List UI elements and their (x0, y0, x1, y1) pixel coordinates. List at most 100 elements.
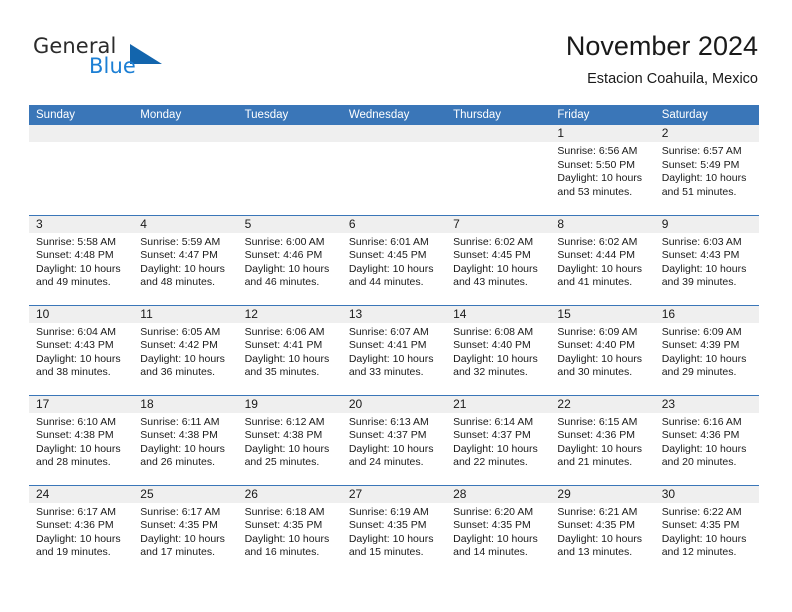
calendar-day-cell[interactable]: 14 Sunrise: 6:08 AM Sunset: 4:40 PM Dayligh… (446, 304, 551, 395)
calendar-day-cell[interactable]: 6 Sunrise: 6:01 AM Sunset: 4:45 PM Daylight… (341, 214, 447, 305)
daylight-line-2: and 48 minutes. (140, 276, 215, 289)
calendar-day-cell[interactable]: 4 Sunrise: 5:59 AM Sunset: 4:47 PM Daylight… (133, 214, 238, 305)
sunrise-line: Sunrise: 6:15 AM (557, 415, 638, 428)
sunset-line: Sunset: 4:48 PM (36, 249, 114, 262)
day-cell-details: Sunrise: 6:01 AM Sunset: 4:45 PM Daylight:… (342, 233, 446, 290)
day-number: 5 (237, 215, 342, 233)
day-number: 23 (654, 395, 759, 413)
sunrise-line: Sunrise: 6:18 AM (244, 505, 325, 518)
calendar-day-cell[interactable]: 27 Sunrise: 6:19 AM Sunset: 4:35 PM Dayligh… (341, 484, 447, 576)
calendar-day-cell[interactable]: 22 Sunrise: 6:15 AM Sunset: 4:36 PM Dayligh… (550, 394, 655, 485)
day-cell-inner: 21 Sunrise: 6:14 AM Sunset: 4:37 PM Dayligh… (446, 395, 551, 485)
day-number (29, 125, 134, 142)
daylight-line-2: and 36 minutes. (140, 366, 215, 379)
sunset-line: Sunset: 4:36 PM (557, 429, 636, 442)
day-cell-inner: 23 Sunrise: 6:16 AM Sunset: 4:36 PM Dayligh… (654, 395, 759, 485)
day-cell-inner: 25 Sunrise: 6:17 AM Sunset: 4:35 PM Dayligh… (133, 485, 238, 576)
day-cell-details: Sunrise: 6:57 AM Sunset: 5:49 PM Daylight:… (655, 142, 759, 199)
sunrise-line: Sunrise: 6:21 AM (557, 505, 638, 518)
daylight-line-1: Daylight: 10 hours (348, 262, 434, 275)
calendar-day-cell[interactable]: 30 Sunrise: 6:22 AM Sunset: 4:35 PM Dayligh… (654, 484, 759, 576)
calendar-day-cell[interactable]: 17 Sunrise: 6:10 AM Sunset: 4:38 PM Dayligh… (29, 394, 134, 485)
sunrise-line: Sunrise: 6:13 AM (348, 415, 429, 428)
calendar-day-cell[interactable]: 1 Sunrise: 6:56 AM Sunset: 5:50 PM Daylight… (550, 125, 655, 215)
day-number: 9 (654, 215, 759, 233)
daylight-line-1: Daylight: 10 hours (557, 262, 643, 275)
calendar-day-cell[interactable]: 25 Sunrise: 6:17 AM Sunset: 4:35 PM Dayligh… (133, 484, 238, 576)
daylight-line-2: and 41 minutes. (557, 276, 633, 289)
calendar-day-cell[interactable]: 19 Sunrise: 6:12 AM Sunset: 4:38 PM Dayligh… (237, 394, 342, 485)
calendar-day-cell[interactable]: 11 Sunrise: 6:05 AM Sunset: 4:42 PM Dayligh… (133, 304, 238, 395)
day-cell-details: Sunrise: 6:04 AM Sunset: 4:43 PM Daylight:… (29, 323, 133, 380)
daylight-line-1: Daylight: 10 hours (140, 352, 225, 365)
calendar-day-cell[interactable]: 5 Sunrise: 6:00 AM Sunset: 4:46 PM Daylight… (237, 214, 342, 305)
calendar-day-cell[interactable]: 3 Sunrise: 5:58 AM Sunset: 4:48 PM Daylight… (29, 214, 134, 305)
sunset-line: Sunset: 4:38 PM (36, 429, 114, 442)
sunset-line: Sunset: 4:35 PM (453, 519, 531, 532)
day-cell-inner: 13 Sunrise: 6:07 AM Sunset: 4:41 PM Dayligh… (341, 305, 447, 395)
calendar-day-cell[interactable]: 28 Sunrise: 6:20 AM Sunset: 4:35 PM Dayligh… (446, 484, 551, 575)
day-cell-inner (341, 125, 447, 215)
calendar-day-cell[interactable]: 26 Sunrise: 6:18 AM Sunset: 4:35 PM Dayligh… (237, 484, 342, 575)
sunset-line: Sunset: 4:45 PM (453, 249, 531, 262)
calendar-day-cell[interactable]: 16 Sunrise: 6:09 AM Sunset: 4:39 PM Dayligh… (654, 304, 759, 395)
calendar-day-cell[interactable]: 8 Sunrise: 6:02 AM Sunset: 4:44 PM Daylight… (550, 214, 655, 305)
day-cell-inner: 4 Sunrise: 5:59 AM Sunset: 4:47 PM Daylight… (133, 215, 238, 305)
brand-logo[interactable]: General Blue (33, 34, 273, 86)
page-title: November 2024 (565, 31, 758, 61)
calendar-day-cell[interactable]: 24 Sunrise: 6:17 AM Sunset: 4:36 PM Dayligh… (29, 484, 134, 575)
daylight-line-1: Daylight: 10 hours (36, 262, 121, 275)
daylight-line-1: Daylight: 10 hours (348, 352, 434, 365)
calendar-day-cell[interactable]: 7 Sunrise: 6:02 AM Sunset: 4:45 PM Daylight… (446, 214, 551, 305)
calendar-day-cell[interactable]: 20 Sunrise: 6:13 AM Sunset: 4:37 PM Dayligh… (341, 394, 447, 485)
daylight-line-1: Daylight: 10 hours (453, 532, 538, 545)
day-cell-inner: 16 Sunrise: 6:09 AM Sunset: 4:39 PM Dayligh… (654, 305, 759, 395)
day-number: 1 (550, 125, 655, 142)
day-cell-details: Sunrise: 6:12 AM Sunset: 4:38 PM Daylight:… (238, 413, 342, 470)
calendar-day-cell[interactable]: 29 Sunrise: 6:21 AM Sunset: 4:35 PM Dayligh… (550, 484, 655, 575)
day-number: 8 (550, 215, 655, 233)
calendar-day-cell[interactable]: 23 Sunrise: 6:16 AM Sunset: 4:36 PM Dayligh… (654, 394, 759, 485)
calendar-day-cell[interactable]: 21 Sunrise: 6:14 AM Sunset: 4:37 PM Dayligh… (446, 394, 551, 485)
calendar-day-cell[interactable]: 9 Sunrise: 6:03 AM Sunset: 4:43 PM Daylight… (654, 214, 759, 305)
daylight-line-1: Daylight: 10 hours (36, 532, 121, 545)
calendar-day-cell[interactable]: 15 Sunrise: 6:09 AM Sunset: 4:40 PM Dayligh… (550, 304, 655, 395)
daylight-line-1: Daylight: 10 hours (140, 442, 225, 455)
sunrise-line: Sunrise: 6:20 AM (453, 505, 534, 518)
day-number: 3 (29, 215, 134, 233)
sunset-line: Sunset: 5:50 PM (557, 158, 636, 171)
sunset-line: Sunset: 4:35 PM (557, 519, 636, 532)
daylight-line-2: and 51 minutes. (661, 185, 737, 198)
daylight-line-2: and 35 minutes. (244, 366, 320, 379)
day-number: 2 (654, 125, 759, 142)
calendar-day-cell[interactable]: 12 Sunrise: 6:06 AM Sunset: 4:41 PM Dayligh… (237, 304, 342, 395)
sunset-line: Sunset: 4:36 PM (661, 429, 740, 442)
sunrise-line: Sunrise: 6:22 AM (661, 505, 742, 518)
day-cell-inner: 30 Sunrise: 6:22 AM Sunset: 4:35 PM Dayligh… (654, 485, 759, 576)
day-cell-details (342, 142, 446, 145)
day-number: 25 (133, 485, 238, 503)
daylight-line-1: Daylight: 10 hours (661, 532, 747, 545)
day-cell-inner: 20 Sunrise: 6:13 AM Sunset: 4:37 PM Dayligh… (341, 395, 447, 485)
daylight-line-2: and 25 minutes. (244, 456, 320, 469)
day-cell-details: Sunrise: 6:10 AM Sunset: 4:38 PM Daylight:… (29, 413, 133, 470)
sunrise-line: Sunrise: 6:01 AM (348, 235, 429, 248)
day-number: 18 (133, 395, 238, 413)
calendar-week-row: 24 Sunrise: 6:17 AM Sunset: 4:36 PM Dayligh… (29, 484, 759, 576)
sunset-line: Sunset: 4:43 PM (36, 339, 114, 352)
brand-name-blue: Blue (89, 54, 136, 78)
calendar-day-cell[interactable]: 10 Sunrise: 6:04 AM Sunset: 4:43 PM Dayligh… (29, 304, 134, 395)
day-cell-details: Sunrise: 6:08 AM Sunset: 4:40 PM Daylight:… (446, 323, 550, 380)
day-cell-inner: 27 Sunrise: 6:19 AM Sunset: 4:35 PM Dayligh… (341, 485, 447, 576)
sunrise-line: Sunrise: 6:07 AM (348, 325, 429, 338)
daylight-line-1: Daylight: 10 hours (453, 442, 538, 455)
day-cell-details: Sunrise: 6:21 AM Sunset: 4:35 PM Daylight:… (550, 503, 654, 560)
sunset-line: Sunset: 4:41 PM (244, 339, 323, 352)
day-cell-inner (133, 125, 238, 215)
sunset-line: Sunset: 4:38 PM (140, 429, 218, 442)
calendar-day-cell[interactable]: 2 Sunrise: 6:57 AM Sunset: 5:49 PM Daylight… (654, 125, 759, 215)
calendar-day-cell[interactable]: 18 Sunrise: 6:11 AM Sunset: 4:38 PM Dayligh… (133, 394, 238, 485)
day-cell-details: Sunrise: 6:17 AM Sunset: 4:36 PM Daylight:… (29, 503, 133, 560)
day-number: 14 (446, 305, 551, 323)
calendar-day-cell[interactable]: 13 Sunrise: 6:07 AM Sunset: 4:41 PM Dayligh… (341, 304, 447, 395)
